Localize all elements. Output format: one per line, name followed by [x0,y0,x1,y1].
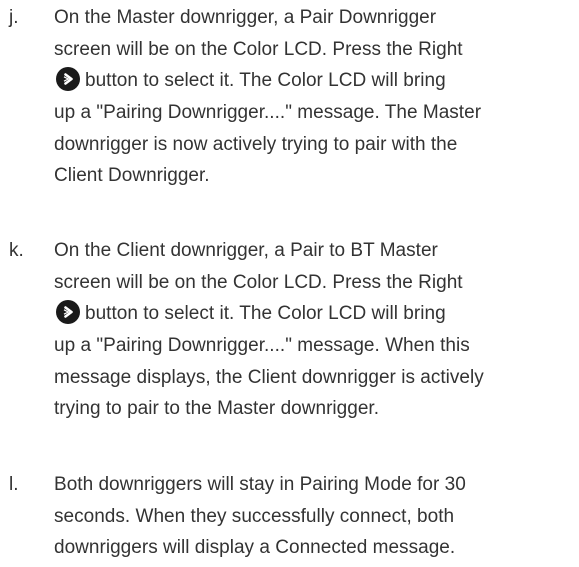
step-line: up a "Pairing Downrigger...." message. W… [54,335,470,357]
step-line: Both downriggers will stay in Pairing Mo… [54,474,466,495]
step-text: On the Master downrigger, a Pair Downrig… [54,2,579,192]
step-line: On the Client downrigger, a Pair to BT M… [54,240,438,261]
step-letter: j. [9,7,19,28]
step-text: Both downriggers will stay in Pairing Mo… [54,469,579,564]
right-arrow-button-icon [56,300,80,325]
step-line: On the Master downrigger, a Pair Downrig… [54,7,437,28]
step-line: downrigger is now actively trying to pai… [54,133,458,155]
step-line: screen will be on the Color LCD. Press t… [54,38,463,60]
step-line: screen will be on the Color LCD. Press t… [54,271,463,293]
step-line: up a "Pairing Downrigger...." message. T… [54,102,482,124]
step-line: seconds. When they successfully connect,… [54,505,455,527]
step-line: button to select it. The Color LCD will … [54,65,579,97]
step-line-text: button to select it. The Color LCD will … [85,70,446,92]
step-line-text: button to select it. The Color LCD will … [85,303,446,325]
step-line: trying to pair to the Master downrigger. [54,398,380,420]
right-arrow-button-icon [56,67,80,92]
step-line: button to select it. The Color LCD will … [54,298,579,330]
step-line: downriggers will display a Connected mes… [54,537,456,559]
step-letter: l. [9,474,19,495]
step-line: message displays, the Client downrigger … [54,366,484,388]
step-text: On the Client downrigger, a Pair to BT M… [54,235,579,425]
step-line: Client Downrigger. [54,165,210,187]
step-letter: k. [9,240,24,261]
